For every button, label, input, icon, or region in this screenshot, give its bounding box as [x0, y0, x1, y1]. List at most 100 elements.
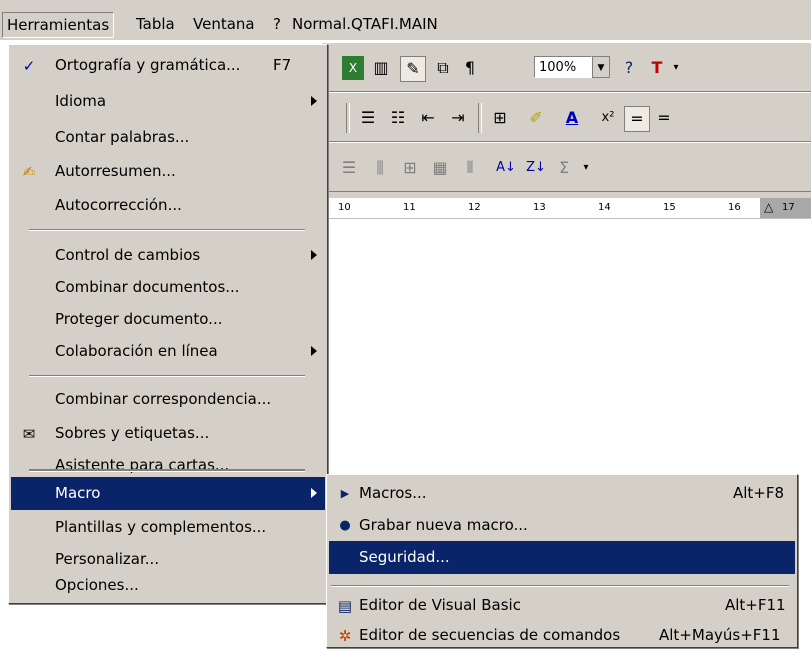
submenu-arrow-icon	[311, 250, 317, 260]
columns-icon[interactable]: ▥	[370, 56, 392, 80]
macro-submenu: ▶ Macros... Alt+F8 ● Grabar nueva macro.…	[326, 474, 798, 648]
menu-item-word-count[interactable]: Contar palabras...	[11, 121, 325, 154]
menu-item-label: Ortografía y gramática...	[55, 56, 241, 74]
indent-marker-icon[interactable]: △	[764, 200, 773, 214]
ruler-tick: 10	[338, 202, 351, 213]
menu-item-spelling[interactable]: ✓ Ortografía y gramática... F7	[11, 49, 325, 82]
menu-item-label: Contar palabras...	[55, 128, 190, 146]
menu-ventana[interactable]: Ventana	[189, 12, 259, 36]
play-icon: ▶	[340, 487, 350, 500]
menu-tabla[interactable]: Tabla	[132, 12, 179, 36]
document-map-icon[interactable]: ⧉	[432, 56, 454, 80]
menu-item-label: Autocorrección...	[55, 196, 182, 214]
menu-item-label: Control de cambios	[55, 246, 201, 264]
menu-item-templates-addins[interactable]: Plantillas y complementos...	[11, 511, 325, 544]
separator	[478, 103, 482, 133]
menu-item-online-collaboration[interactable]: Colaboración en línea	[11, 335, 325, 368]
ruler-margin: △ 17	[760, 198, 811, 218]
menu-item-autocorrect[interactable]: Autocorrección...	[11, 189, 325, 222]
sort-ascending-icon[interactable]: A↓	[494, 156, 518, 180]
menu-item-label: Plantillas y complementos...	[55, 518, 267, 536]
menu-item-envelopes-labels[interactable]: ✉ Sobres y etiquetas...	[11, 417, 325, 450]
menu-item-shortcut: F7	[273, 56, 292, 74]
ruler-tick: 13	[533, 202, 546, 213]
menu-item-label: Sobres y etiquetas...	[55, 424, 210, 442]
menu-item-record-macro[interactable]: ● Grabar nueva macro...	[329, 509, 795, 542]
submenu-arrow-icon	[311, 96, 317, 106]
spellcheck-icon: ✓	[22, 57, 36, 75]
highlight-icon[interactable]: ✐	[524, 106, 548, 130]
menu-item-label: Colaboración en línea	[55, 342, 218, 360]
menu-item-protect-document[interactable]: Proteger documento...	[11, 303, 325, 336]
font-color-icon[interactable]: A	[560, 106, 584, 130]
menu-item-security[interactable]: Seguridad...	[329, 541, 795, 574]
equals-icon-2[interactable]: =	[652, 106, 676, 130]
menu-item-label: Grabar nueva macro...	[359, 516, 528, 534]
menu-item-label: Opciones...	[55, 576, 139, 594]
distribute-columns-icon[interactable]: ⊞	[398, 156, 422, 180]
drawing-icon[interactable]: ✎	[400, 56, 426, 82]
toolbar-options-icon[interactable]: ▾	[670, 56, 682, 80]
menu-item-merge-documents[interactable]: Combinar documentos...	[11, 271, 325, 304]
tables-toolbar: ☰ ⫼ ⊞ ▦ ⫴ A↓ Z↓ Σ ▾	[322, 142, 811, 192]
document-name: Normal.QTAFI.MAIN	[292, 15, 438, 33]
menu-item-label: Seguridad...	[359, 548, 450, 566]
menu-item-autosummary[interactable]: ✍ Autorresumen...	[11, 155, 325, 188]
menu-item-label: Editor de secuencias de comandos	[359, 626, 621, 644]
toolbar-area: X ▥ ✎ ⧉ ¶ 100% ▼ ? T ▾ ☰ ☷ ⇤ ⇥ ⊞ ✐ A x² …	[322, 42, 811, 198]
menu-item-language[interactable]: Idioma	[11, 85, 325, 118]
ruler-tick: 15	[663, 202, 676, 213]
bullets-icon[interactable]: ☷	[386, 106, 410, 130]
autosum-icon[interactable]: Σ	[554, 156, 574, 180]
menu-item-mail-merge[interactable]: Combinar correspondencia...	[11, 383, 325, 416]
help-icon[interactable]: ?	[618, 56, 640, 80]
ruler[interactable]: 10 11 12 13 14 15 16	[322, 198, 811, 219]
record-icon: ●	[339, 518, 351, 533]
submenu-arrow-icon	[311, 346, 317, 356]
separator	[346, 103, 350, 133]
menu-item-script-editor[interactable]: ✲ Editor de secuencias de comandos Alt+M…	[329, 619, 795, 652]
superscript-icon[interactable]: x²	[596, 106, 620, 130]
distribute-rows-icon[interactable]: ⫼	[368, 156, 392, 180]
ruler-tick: 16	[728, 202, 741, 213]
menu-item-macro[interactable]: Macro	[11, 477, 325, 510]
menu-item-shortcut: Alt+F11	[725, 596, 786, 614]
menu-item-label: Macro	[55, 484, 101, 502]
equals-icon[interactable]: =	[624, 106, 650, 132]
ruler-tick: 17	[782, 202, 795, 213]
numbering-icon[interactable]: ☰	[356, 106, 380, 130]
tt-icon[interactable]: T	[646, 56, 668, 80]
align-icon[interactable]: ☰	[338, 156, 360, 180]
menu-item-label: Combinar correspondencia...	[55, 390, 272, 408]
menu-item-label: Combinar documentos...	[55, 278, 240, 296]
menu-herramientas[interactable]: Herramientas	[2, 12, 115, 38]
menu-separator	[331, 585, 789, 587]
menu-item-label: Proteger documento...	[55, 310, 223, 328]
menu-item-macros[interactable]: ▶ Macros... Alt+F8	[329, 477, 795, 510]
ruler-tick: 14	[598, 202, 611, 213]
submenu-arrow-icon	[311, 488, 317, 498]
zoom-field[interactable]: 100%	[534, 56, 592, 78]
menu-item-label: Editor de Visual Basic	[359, 596, 521, 614]
increase-indent-icon[interactable]: ⇥	[446, 106, 470, 130]
menu-help[interactable]: ?	[269, 12, 285, 36]
sort-descending-icon[interactable]: Z↓	[524, 156, 548, 180]
menu-item-shortcut: Alt+Mayús+F11	[659, 626, 781, 644]
menu-item-label: Macros...	[359, 484, 427, 502]
menu-item-vb-editor[interactable]: ▤ Editor de Visual Basic Alt+F11	[329, 589, 795, 622]
zoom-dropdown-icon[interactable]: ▼	[592, 56, 610, 78]
borders-icon[interactable]: ⊞	[488, 106, 512, 130]
excel-icon[interactable]: X	[342, 56, 364, 80]
autosummary-icon: ✍	[22, 163, 36, 181]
menu-bar: Herramientas Tabla Ventana ? Normal.QTAF…	[0, 0, 811, 40]
menu-item-options[interactable]: Opciones...	[11, 569, 325, 602]
pilcrow-icon[interactable]: ¶	[460, 56, 480, 80]
menu-separator	[29, 469, 305, 472]
decrease-indent-icon[interactable]: ⇤	[416, 106, 440, 130]
ruler-tick: 12	[468, 202, 481, 213]
menu-item-track-changes[interactable]: Control de cambios	[11, 239, 325, 272]
table-autoformat-icon[interactable]: ▦	[428, 156, 452, 180]
script-editor-icon: ✲	[338, 627, 352, 645]
toolbar-options-icon[interactable]: ▾	[580, 156, 592, 180]
autofit-icon[interactable]: ⫴	[458, 156, 482, 180]
